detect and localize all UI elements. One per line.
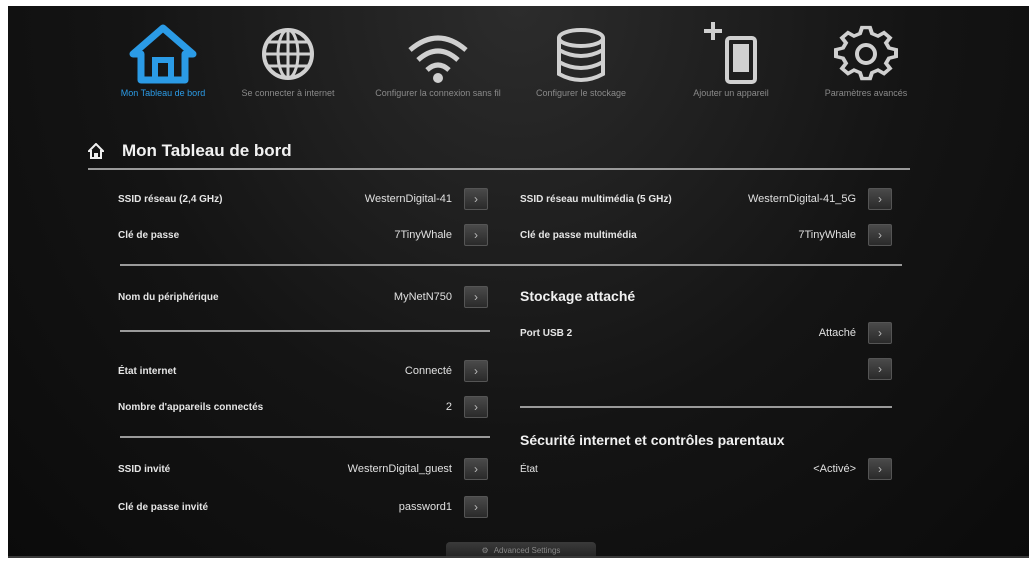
nav-add-device[interactable]: Ajouter un appareil [666, 20, 796, 99]
guest-passkey-value: password1 [398, 501, 452, 513]
right-divider-1 [520, 406, 892, 408]
media-passkey-value: 7TinyWhale [798, 229, 856, 241]
globe-icon [262, 28, 314, 80]
nav-dashboard-label: Mon Tableau de bord [120, 88, 206, 98]
wifi-icon [408, 35, 468, 83]
ssid-value: WesternDigital-41 [364, 193, 452, 205]
nav-wireless[interactable]: Configurer la connexion sans fil [373, 20, 503, 99]
usb-port-row: Port USB 2 Attaché › [520, 318, 892, 348]
guest-passkey-row: Clé de passe invité password1 › [118, 492, 488, 522]
usb-extra-button[interactable]: › [868, 358, 892, 380]
settings-icon: ⚙ [481, 545, 489, 555]
passkey-edit-button[interactable]: › [464, 224, 488, 246]
device-name-value: MyNetN750 [393, 291, 452, 303]
internet-state-value: Connecté [404, 365, 452, 377]
guest-ssid-edit-button[interactable]: › [464, 458, 488, 480]
media-ssid-value: WesternDigital-41_5G [747, 193, 856, 205]
media-ssid-row: SSID réseau multimédia (5 GHz) WesternDi… [520, 184, 892, 214]
internet-state-label: État internet [118, 365, 177, 377]
nav-wireless-label: Configurer la connexion sans fil [375, 88, 501, 98]
usb-port-label: Port USB 2 [520, 327, 573, 339]
nav-internet[interactable]: Se connecter à internet [223, 20, 353, 99]
device-name-label: Nom du périphérique [118, 291, 219, 303]
media-ssid-label: SSID réseau multimédia (5 GHz) [520, 193, 672, 205]
left-divider-2 [120, 436, 490, 438]
ssid-label: SSID réseau (2,4 GHz) [118, 193, 223, 205]
media-passkey-label: Clé de passe multimédia [520, 229, 637, 241]
connected-devices-value: 2 [445, 401, 452, 413]
guest-passkey-edit-button[interactable]: › [464, 496, 488, 518]
media-passkey-edit-button[interactable]: › [868, 224, 892, 246]
left-divider-1 [120, 330, 490, 332]
guest-ssid-value: WesternDigital_guest [347, 463, 452, 475]
connected-devices-button[interactable]: › [464, 396, 488, 418]
device-name-edit-button[interactable]: › [464, 286, 488, 308]
passkey-row: Clé de passe 7TinyWhale › [118, 220, 488, 250]
ssid-row: SSID réseau (2,4 GHz) WesternDigital-41 … [118, 184, 488, 214]
passkey-label: Clé de passe [118, 229, 180, 241]
connected-devices-row: Nombre d'appareils connectés 2 › [118, 392, 488, 422]
nav-storage[interactable]: Configurer le stockage [516, 20, 646, 99]
device-name-row: Nom du périphérique MyNetN750 › [118, 282, 488, 312]
nav-advanced-settings[interactable]: Paramètres avancés [801, 20, 931, 99]
nav-add-device-label: Ajouter un appareil [693, 88, 769, 98]
router-dashboard-screen: Mon Tableau de bord Se connecter à inter… [8, 6, 1029, 558]
storage-icon [557, 28, 605, 82]
security-state-value: <Activé> [813, 463, 856, 475]
gear-icon [834, 25, 898, 81]
ssid-edit-button[interactable]: › [464, 188, 488, 210]
usb-extra-row: › [520, 354, 892, 384]
usb-port-button[interactable]: › [868, 322, 892, 344]
internet-state-button[interactable]: › [464, 360, 488, 382]
security-section-title: Sécurité internet et contrôles parentaux [520, 432, 785, 448]
nav-storage-label: Configurer le stockage [535, 88, 627, 98]
security-state-button[interactable]: › [868, 458, 892, 480]
bottom-bar [8, 556, 1029, 558]
home-icon [88, 143, 104, 159]
passkey-value: 7TinyWhale [394, 229, 452, 241]
nav-advanced-settings-label: Paramètres avancés [824, 88, 908, 98]
page-title: Mon Tableau de bord [122, 141, 292, 160]
home-icon [129, 24, 197, 84]
guest-passkey-label: Clé de passe invité [118, 501, 209, 513]
usb-port-value: Attaché [818, 327, 856, 339]
connected-devices-label: Nombre d'appareils connectés [118, 401, 264, 413]
internet-state-row: État internet Connecté › [118, 356, 488, 386]
guest-ssid-row: SSID invité WesternDigital_guest › [118, 454, 488, 484]
header-divider [88, 168, 910, 170]
storage-section-title: Stockage attaché [520, 288, 636, 304]
nav-dashboard[interactable]: Mon Tableau de bord [98, 20, 228, 99]
section-divider-1 [120, 264, 902, 266]
security-state-label: État [520, 463, 538, 475]
security-state-row: État <Activé> › [520, 454, 892, 484]
guest-ssid-label: SSID invité [118, 463, 171, 475]
media-ssid-edit-button[interactable]: › [868, 188, 892, 210]
nav-internet-label: Se connecter à internet [241, 88, 335, 98]
add-device-icon [704, 22, 757, 84]
advanced-settings-tab-label: Advanced Settings [493, 545, 561, 555]
media-passkey-row: Clé de passe multimédia 7TinyWhale › [520, 220, 892, 250]
page-header: Mon Tableau de bord [88, 138, 292, 164]
